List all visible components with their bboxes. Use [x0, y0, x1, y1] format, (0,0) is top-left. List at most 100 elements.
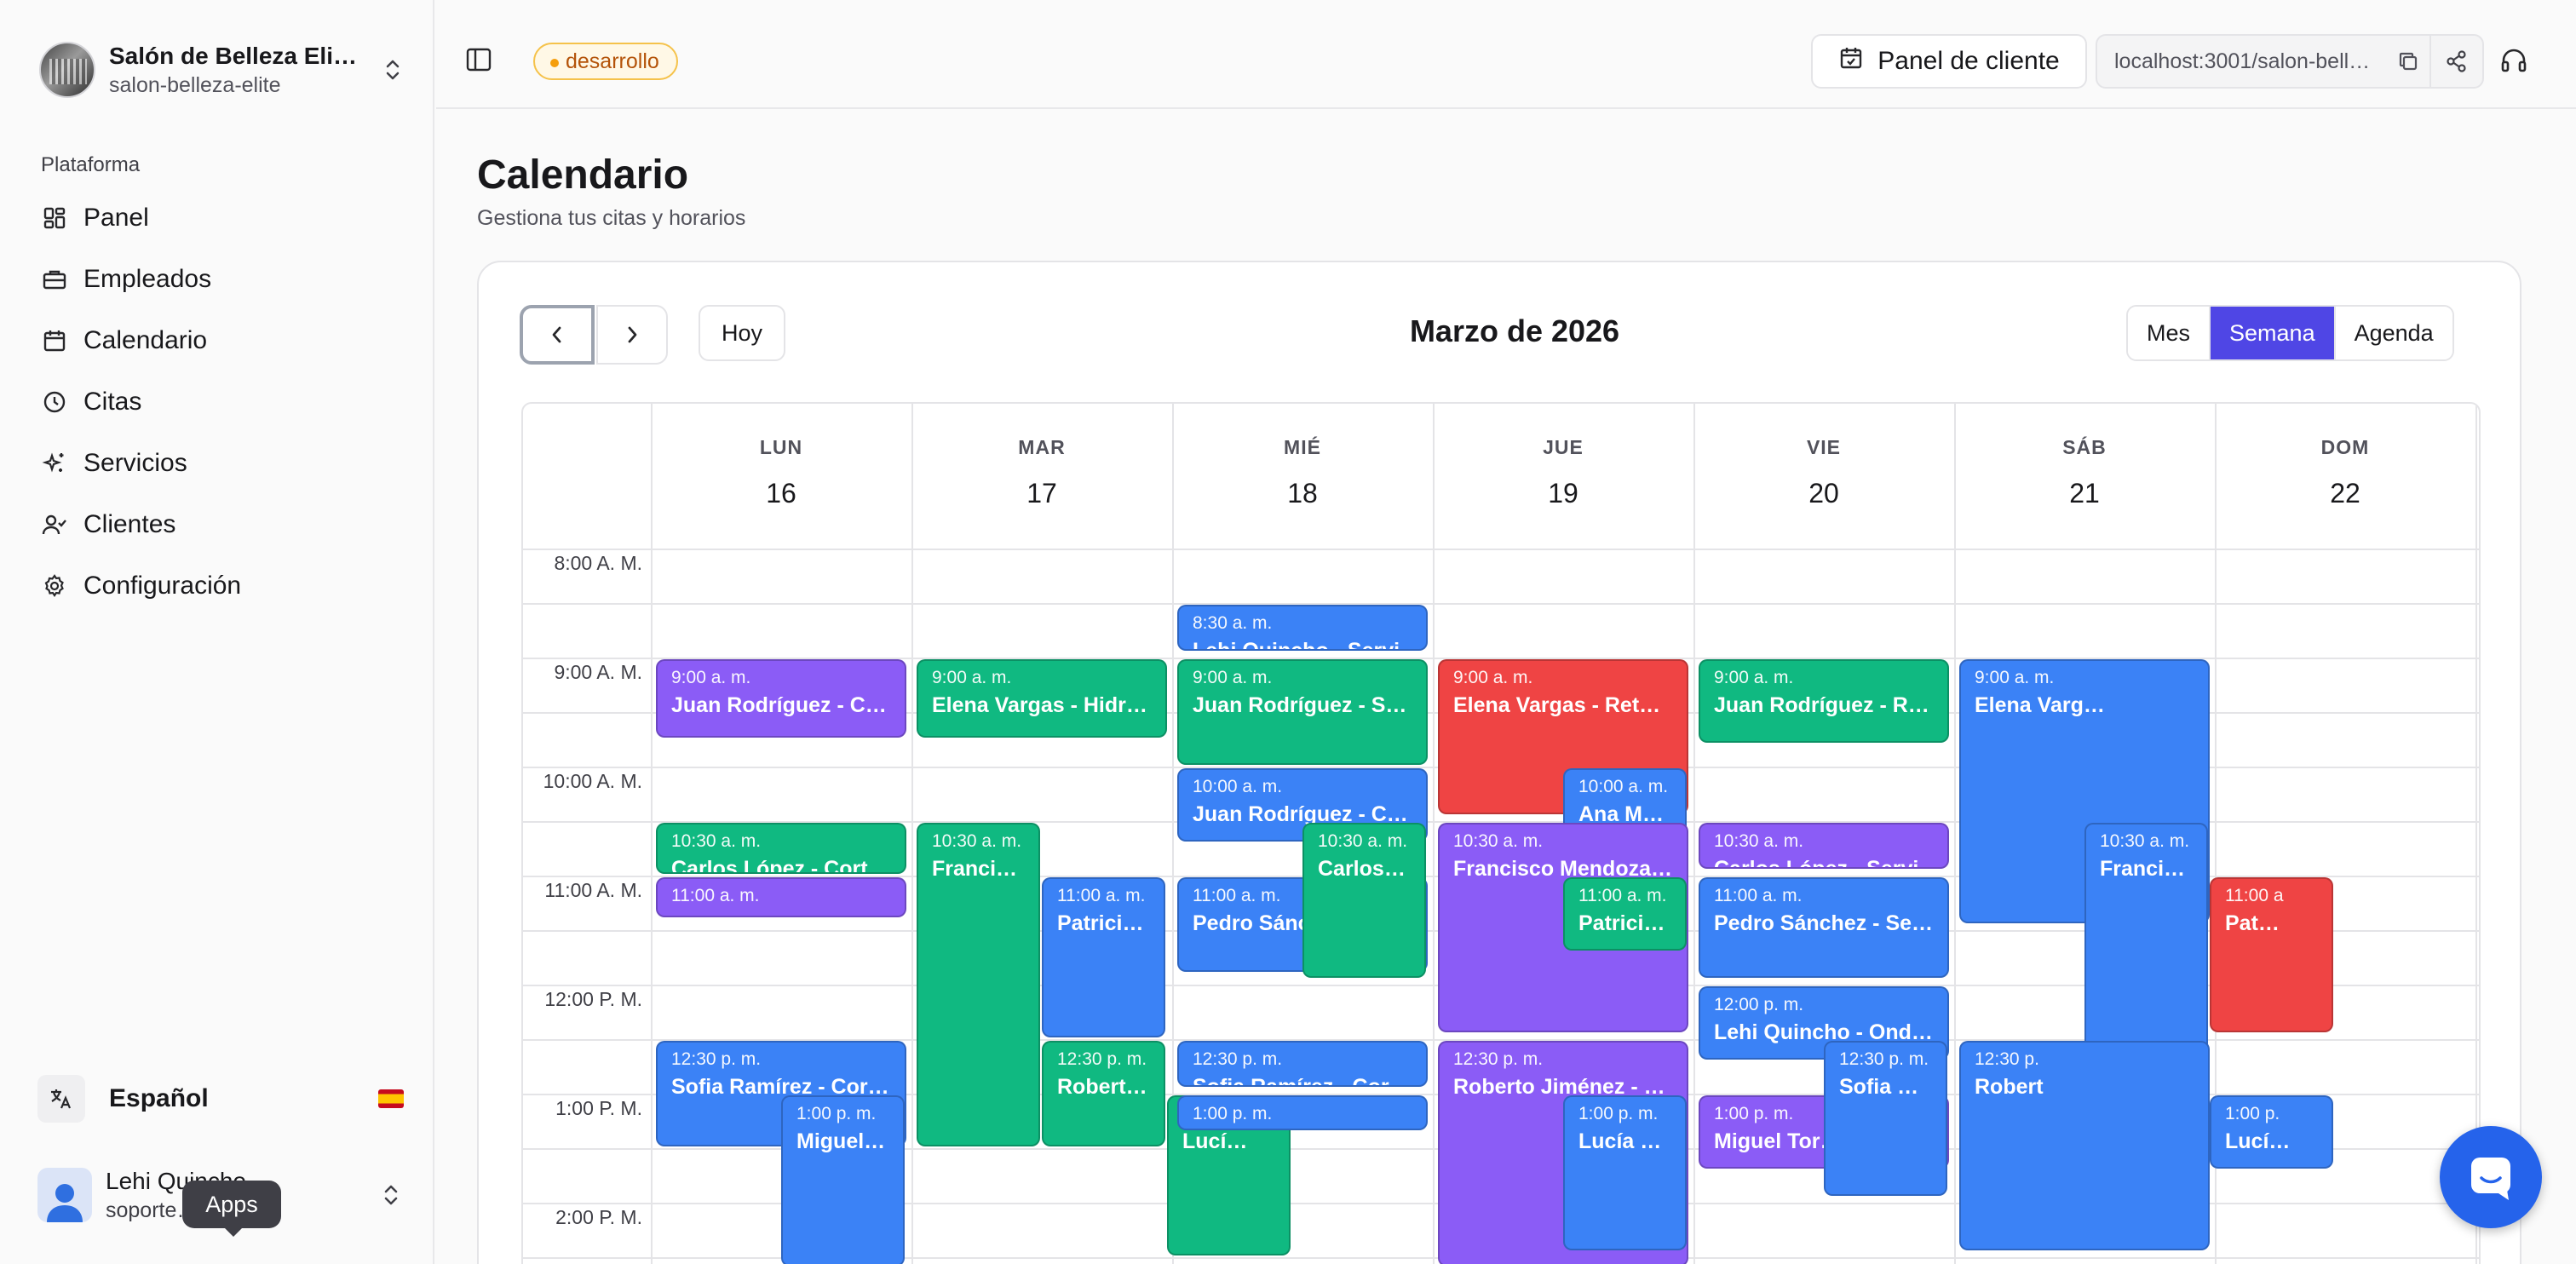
day-number: 19	[1548, 478, 1578, 508]
calendar-event[interactable]: 9:00 a. m. Juan Rodríguez - R…	[1699, 659, 1949, 744]
event-time: 10:30 a. m.	[2100, 831, 2190, 851]
copy-icon[interactable]	[2387, 36, 2429, 87]
event-title: Pat…	[2225, 911, 2280, 935]
sidebar-toggle-icon[interactable]	[463, 44, 496, 77]
org-switcher[interactable]: Salón de Belleza Eli… salon-belleza-elit…	[39, 37, 405, 102]
chat-widget-button[interactable]	[2440, 1126, 2542, 1228]
event-time: 11:00 a. m.	[1714, 886, 1803, 905]
day-name: MIÉ	[1284, 436, 1321, 458]
calendar-event[interactable]: 10:30 a. m. Carlos L…	[1302, 823, 1426, 978]
calendar-check-icon	[1838, 45, 1864, 78]
calendar-event[interactable]: 9:00 a. m. Juan Rodríguez - C…	[656, 659, 906, 738]
public-url-field[interactable]: localhost:3001/salon-bell…	[2096, 34, 2484, 89]
calendar-event[interactable]: 8:30 a. m. Lehi Quincho - Servi	[1177, 605, 1428, 651]
sidebar-item-servicios[interactable]: Servicios	[37, 433, 395, 494]
calendar-event[interactable]: 11:00 a. m. Patricia Rey…	[1042, 877, 1165, 1037]
day-header[interactable]: SÁB 21	[1954, 404, 2215, 549]
calendar-event[interactable]: 1:00 p. Lucí…	[2210, 1095, 2333, 1169]
day-header[interactable]: MAR 17	[911, 404, 1172, 549]
view-agenda-button[interactable]: Agenda	[2335, 307, 2452, 359]
calendar-event[interactable]: 10:30 a. m. Carlos López - Servi	[1699, 823, 1949, 869]
calendar-event[interactable]: 1:00 p. m. Miguel …	[781, 1095, 905, 1264]
sidebar-item-citas[interactable]: Citas	[37, 371, 395, 433]
sidebar-nav: Panel Empleados Calendario Citas Servici…	[37, 187, 395, 617]
calendar-event[interactable]: 9:00 a. m. Juan Rodríguez - Se…	[1177, 659, 1428, 765]
event-time: 10:30 a. m.	[671, 831, 762, 851]
event-time: 10:30 a. m.	[932, 831, 1022, 851]
day-header[interactable]: MIÉ 18	[1172, 404, 1433, 549]
topbar: desarrollo Panel de cliente localhost:30…	[436, 0, 2576, 109]
sidebar-item-empleados[interactable]: Empleados	[37, 249, 395, 310]
previous-week-button[interactable]	[520, 305, 595, 365]
headset-icon[interactable]	[2499, 46, 2530, 77]
event-time: 12:30 p. m.	[1057, 1049, 1147, 1069]
event-title: Carlos López - Servi	[1714, 857, 1934, 867]
page-subtitle: Gestiona tus citas y horarios	[477, 206, 746, 230]
calendar-event[interactable]: 1:00 p. m. Lucía H…	[1563, 1095, 1687, 1250]
sparkles-icon	[41, 450, 68, 477]
sidebar-item-panel[interactable]: Panel	[37, 187, 395, 249]
event-time: 11:00 a. m.	[1578, 886, 1667, 905]
event-title: Robert	[1975, 1075, 2044, 1099]
event-time: 12:00 p. m.	[1714, 995, 1804, 1014]
calendar-card: Hoy Marzo de 2026 Mes Semana Agenda LUN 1…	[477, 261, 2521, 1264]
apps-tooltip: Apps	[182, 1181, 281, 1237]
calendar-event[interactable]: 1:00 p. m.	[1177, 1095, 1428, 1130]
calendar-event[interactable]: 11:00 a. m. Patricia…	[1563, 877, 1687, 951]
calendar-event[interactable]: 11:00 a. m. Pedro Sánchez - Ser…	[1699, 877, 1949, 978]
day-header[interactable]: JUE 19	[1433, 404, 1693, 549]
client-panel-button[interactable]: Panel de cliente	[1811, 34, 2087, 89]
event-title: Juan Rodríguez - R…	[1714, 693, 1929, 717]
today-button[interactable]: Hoy	[699, 305, 785, 361]
calendar-event[interactable]: 11:00 a Pat…	[2210, 877, 2333, 1032]
next-week-button[interactable]	[596, 305, 668, 365]
event-title: Pedro Sánchez - Ser…	[1714, 911, 1934, 935]
event-title: Carlos López - Cort	[671, 857, 868, 874]
view-month-button[interactable]: Mes	[2128, 307, 2211, 359]
event-title: Roberto Ji…	[1057, 1075, 1150, 1099]
event-title: Elena Vargas - Reto…	[1453, 693, 1673, 717]
sidebar-item-clientes[interactable]: Clientes	[37, 494, 395, 555]
calendar-event[interactable]: 10:30 a. m. Francisco M…	[917, 823, 1040, 1146]
translate-icon	[37, 1075, 85, 1123]
day-name: JUE	[1543, 436, 1584, 458]
event-time: 1:00 p. m.	[1578, 1104, 1659, 1123]
share-icon[interactable]	[2429, 36, 2482, 87]
time-label: 12:00 P. M.	[544, 988, 642, 1010]
day-name: DOM	[2320, 436, 2370, 458]
day-header[interactable]: LUN 16	[651, 404, 911, 549]
calendar-event[interactable]: 11:00 a. m.	[656, 877, 906, 918]
calendar-event[interactable]: 9:00 a. m. Elena Vargas - Hidr…	[917, 659, 1167, 738]
sidebar-item-label: Calendario	[83, 326, 208, 354]
sidebar-section-label: Plataforma	[41, 153, 141, 176]
sidebar-item-configuracion[interactable]: Configuración	[37, 555, 395, 617]
event-title: Patricia Rey…	[1057, 911, 1150, 935]
calendar-event[interactable]: 10:30 a. m. Carlos López - Cort	[656, 823, 906, 874]
chevron-right-icon	[628, 326, 637, 343]
day-header[interactable]: DOM 22	[2215, 404, 2475, 549]
event-time: 10:30 a. m.	[1318, 831, 1408, 851]
view-switcher: Mes Semana Agenda	[2126, 305, 2454, 361]
sidebar-item-calendario[interactable]: Calendario	[37, 310, 395, 371]
calendar-event[interactable]: 12:30 p. Robert	[1959, 1041, 2210, 1250]
view-week-button[interactable]: Semana	[2211, 307, 2336, 359]
event-time: 12:30 p. m.	[671, 1049, 762, 1069]
calendar-event[interactable]: 12:30 p. m. Sofia Ramírez - Cor	[1177, 1041, 1428, 1087]
page-title: Calendario	[477, 152, 689, 198]
day-header[interactable]: VIE 20	[1693, 404, 1954, 549]
event-title: Sofia Ramírez - Cor	[1193, 1075, 1412, 1085]
sidebar-item-label: Servicios	[83, 449, 187, 477]
event-title: Francisco M…	[2100, 857, 2193, 881]
calendar-event[interactable]: 12:30 p. m. Sofia R…	[1824, 1041, 1947, 1196]
sidebar-item-label: Panel	[83, 204, 149, 232]
event-title: Carlos L…	[1318, 857, 1411, 881]
event-time: 12:30 p.	[1975, 1049, 2039, 1069]
calendar-event[interactable]: 12:30 p. m. Roberto Ji…	[1042, 1041, 1165, 1146]
language-selector[interactable]: Español	[37, 1068, 404, 1129]
sidebar-item-label: Citas	[83, 388, 142, 416]
event-time: 9:00 a. m.	[1975, 668, 2055, 687]
event-time: 9:00 a. m.	[671, 668, 751, 687]
time-label: 10:00 A. M.	[543, 770, 642, 792]
event-title: Miguel …	[796, 1129, 889, 1153]
event-title: Lucí…	[1182, 1129, 1248, 1153]
